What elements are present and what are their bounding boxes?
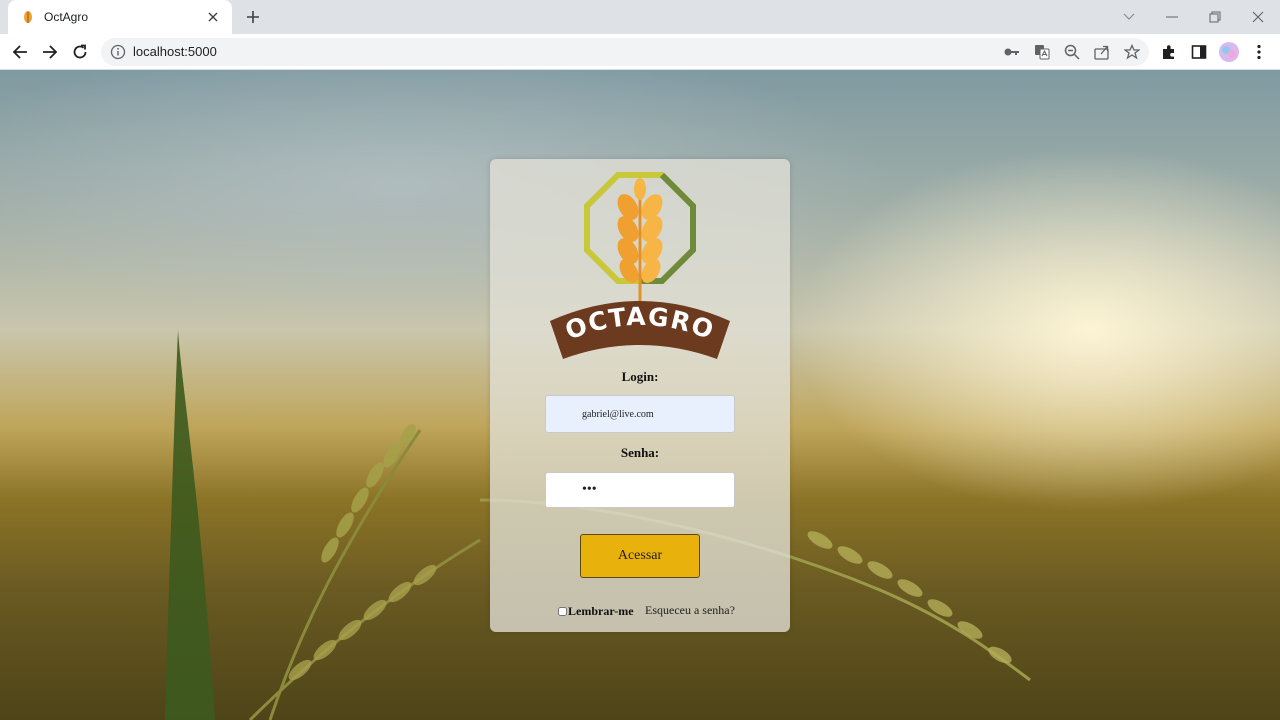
new-tab-plus-icon[interactable] [243, 7, 263, 27]
tab-close-icon[interactable] [204, 8, 222, 26]
profile-avatar[interactable] [1217, 40, 1241, 64]
zoom-out-icon[interactable] [1063, 43, 1081, 61]
octagro-logo: OCTAGRO [550, 172, 730, 359]
remember-me-checkbox[interactable] [558, 607, 567, 616]
reload-icon[interactable] [68, 40, 92, 64]
login-label: Login: [621, 369, 659, 384]
extensions-puzzle-icon[interactable] [1157, 40, 1181, 64]
minimize-icon[interactable] [1161, 6, 1183, 28]
login-card: OCTAGRO Login: Senha: Acessar Lembrar-me… [490, 159, 790, 632]
key-icon[interactable] [1003, 43, 1021, 61]
site-info-icon[interactable] [110, 44, 126, 60]
restore-icon[interactable] [1204, 6, 1226, 28]
browser-tab[interactable]: OctAgro [8, 0, 232, 34]
address-bar[interactable]: localhost:5000 [101, 38, 1149, 66]
tab-search-chevron-icon[interactable] [1118, 6, 1140, 28]
browser-toolbar: localhost:5000 [0, 34, 1280, 70]
back-arrow-icon[interactable] [8, 40, 32, 64]
remember-me-label: Lembrar-me [568, 604, 634, 618]
forward-arrow-icon[interactable] [38, 40, 62, 64]
close-window-icon[interactable] [1247, 6, 1269, 28]
translate-icon[interactable] [1033, 43, 1051, 61]
login-input[interactable] [545, 395, 735, 433]
side-panel-icon[interactable] [1187, 40, 1211, 64]
share-icon[interactable] [1093, 43, 1111, 61]
forgot-password-link[interactable]: Esqueceu a senha? [645, 603, 735, 618]
url-text: localhost:5000 [133, 44, 217, 59]
tab-strip: OctAgro [0, 0, 1280, 34]
password-label: Senha: [620, 445, 660, 460]
menu-kebab-icon[interactable] [1247, 40, 1271, 64]
remember-me[interactable]: Lembrar-me [558, 604, 634, 619]
wheat-favicon-icon [24, 11, 32, 23]
password-input[interactable] [545, 472, 735, 508]
page-viewport: OCTAGRO Login: Senha: Acessar Lembrar-me… [0, 70, 1280, 720]
acessar-button[interactable]: Acessar [580, 534, 700, 578]
bookmark-star-icon[interactable] [1123, 43, 1141, 61]
tab-title: OctAgro [44, 10, 89, 24]
